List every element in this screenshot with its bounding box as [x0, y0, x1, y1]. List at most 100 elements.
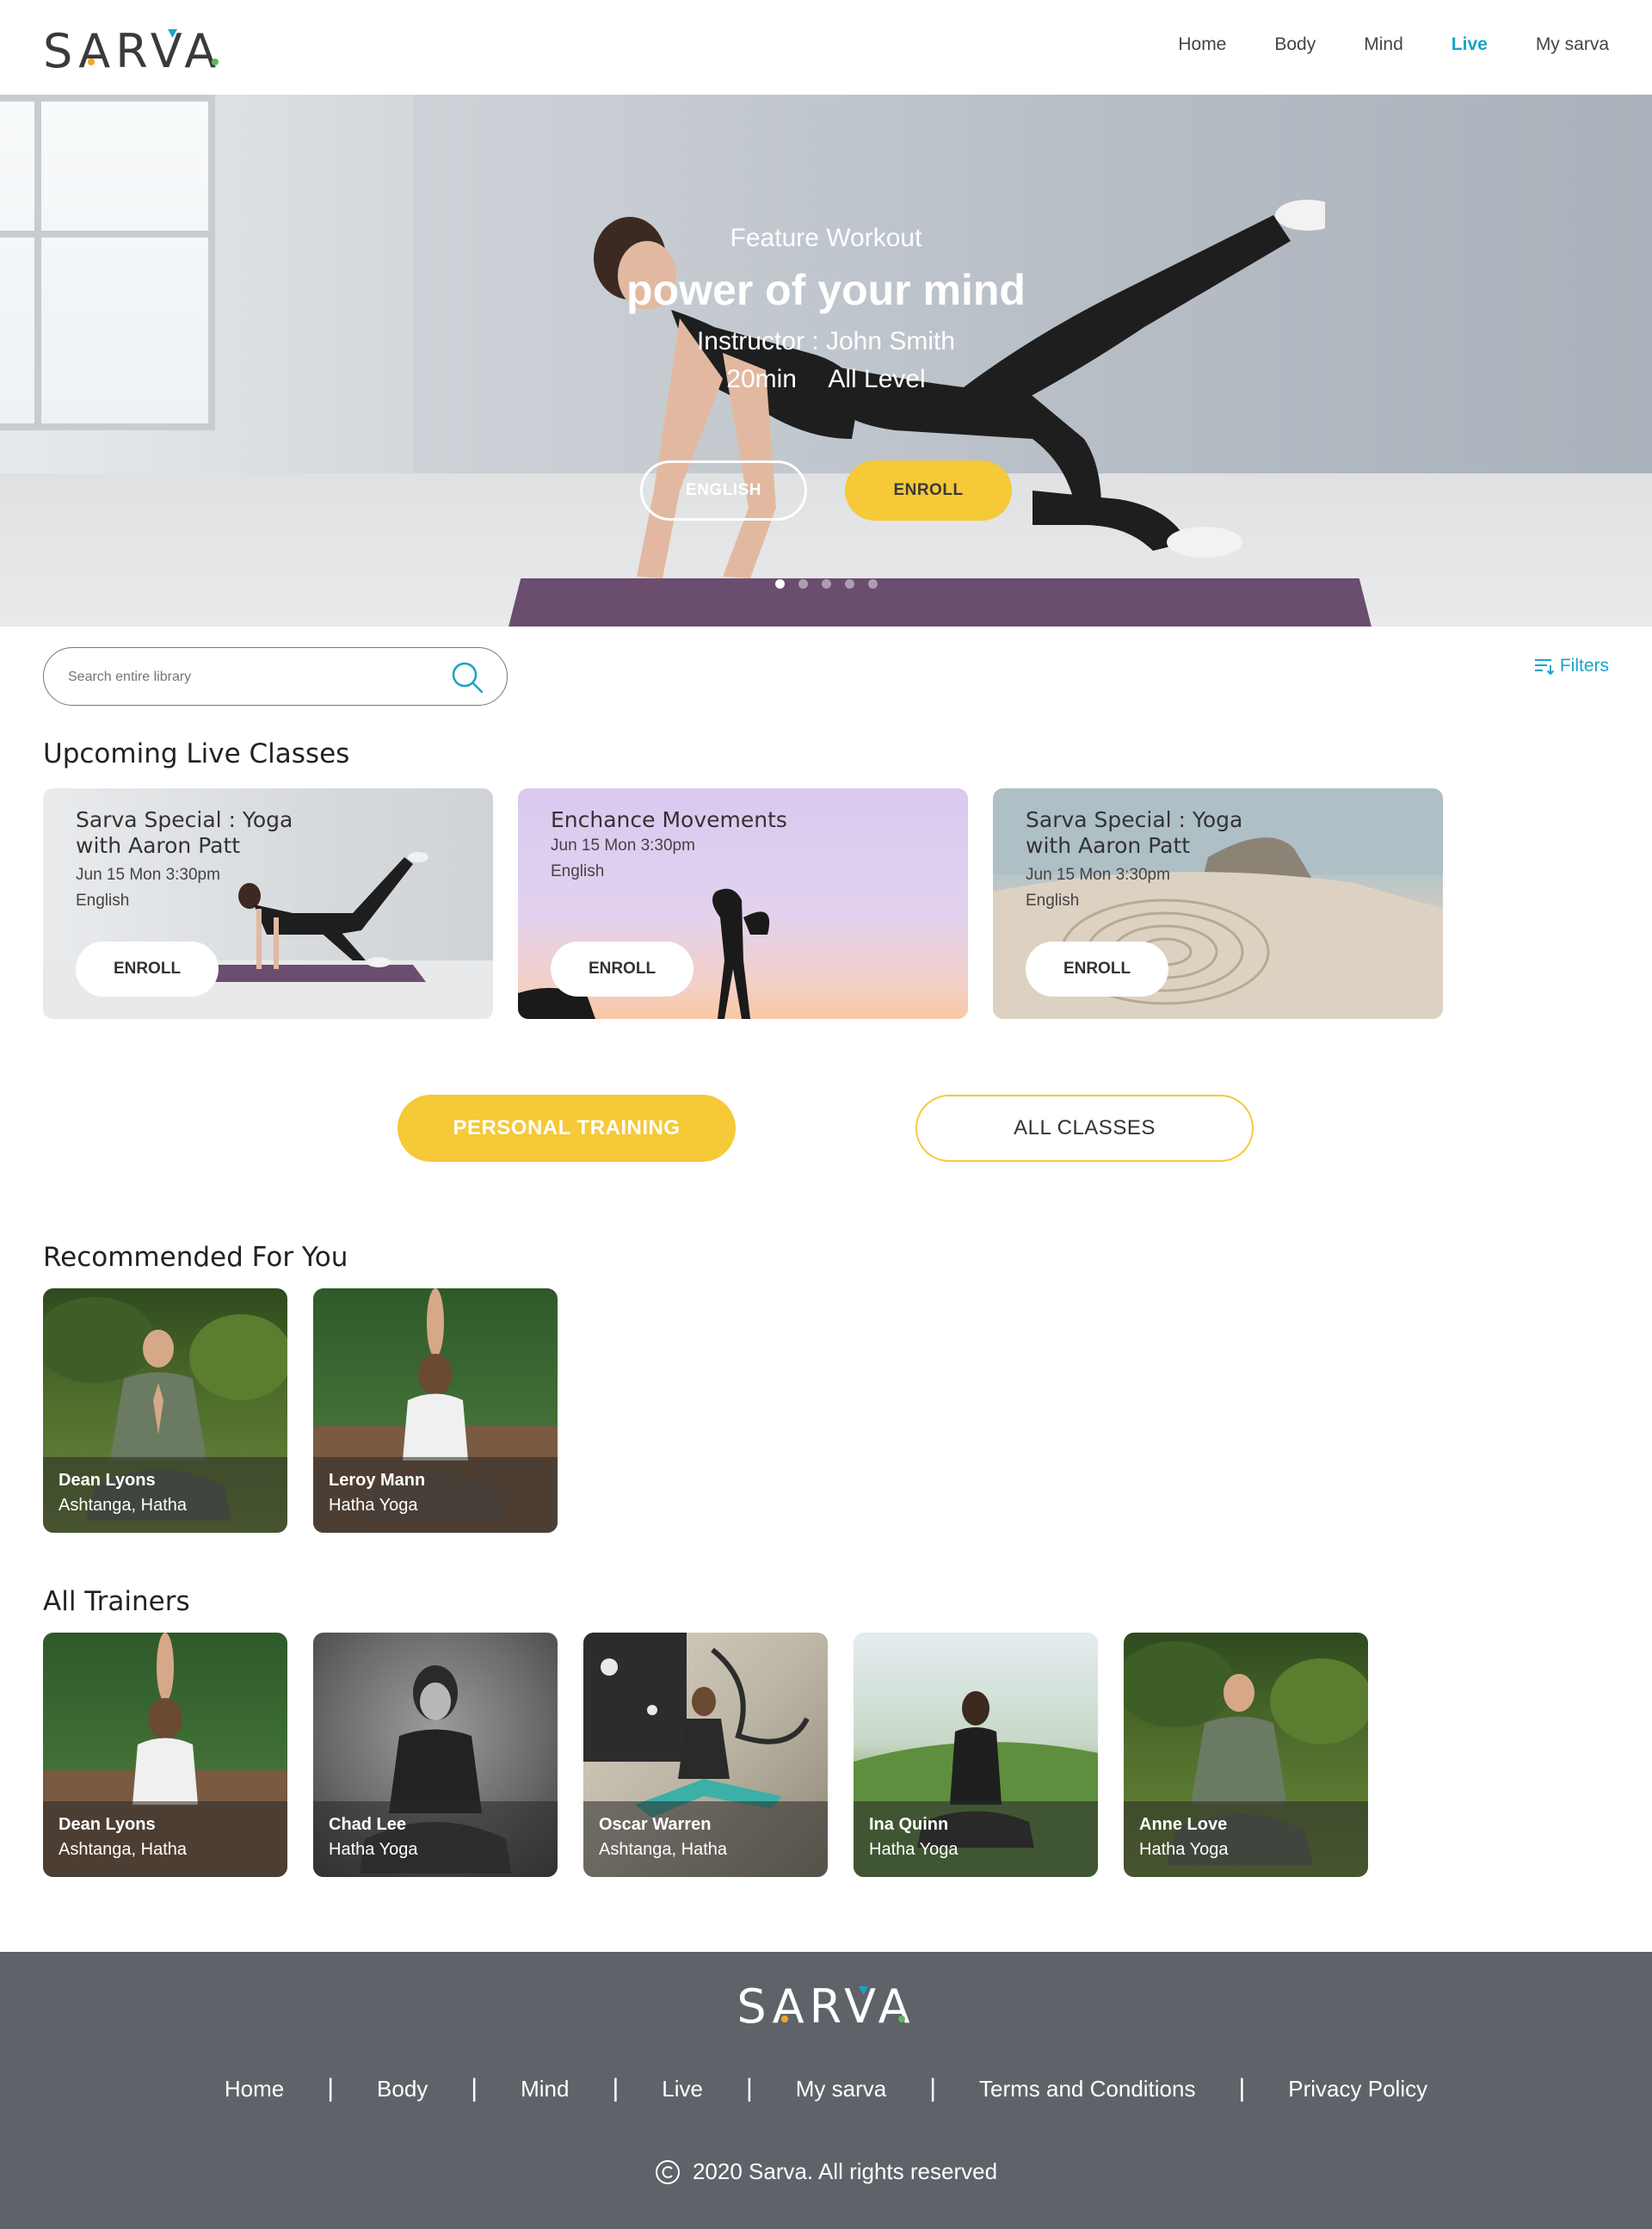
nav-live[interactable]: Live — [1452, 34, 1488, 55]
footer-link-mind[interactable]: Mind — [521, 2076, 569, 2102]
trainer-tile-5-style: Hatha Yoga — [1139, 1840, 1229, 1859]
carousel-dot-4[interactable] — [844, 579, 854, 589]
hero-level: All Level — [828, 365, 926, 393]
carousel-dot-2[interactable] — [798, 579, 808, 589]
live-card-2-enroll-button[interactable]: ENROLL — [551, 942, 693, 997]
hero-actions: ENGLISH ENROLL — [0, 460, 1652, 521]
nav-mind[interactable]: Mind — [1364, 34, 1403, 55]
footer-links: Home | Body | Mind | Live | My sarva | T… — [0, 2074, 1652, 2103]
filters-label: Filters — [1559, 656, 1609, 676]
live-card-2-date: Jun 15 Mon 3:30pm — [551, 837, 695, 855]
hero-content: Feature Workout power of your mind Instr… — [0, 224, 1652, 394]
hero-title: power of your mind — [626, 266, 1026, 314]
trainer-tile-4-name: Ina Quinn — [869, 1815, 949, 1834]
live-card-1-title-line1: Sarva Special : Yoga — [76, 807, 293, 832]
recommended-tile-2-caption: Leroy Mann Hatha Yoga — [313, 1457, 558, 1533]
trainer-tile-1-style: Ashtanga, Hatha — [59, 1840, 187, 1859]
live-card-3-title-line2: with Aaron Patt — [1026, 833, 1191, 858]
live-card-1-title-line2: with Aaron Patt — [76, 833, 241, 858]
trainer-tile-2[interactable]: Chad Lee Hatha Yoga — [313, 1633, 558, 1877]
recommended-tile-1-style: Ashtanga, Hatha — [59, 1496, 187, 1515]
copyright-icon — [655, 2159, 680, 2184]
recommended-tile-2-name: Leroy Mann — [329, 1471, 426, 1490]
hero-meta: 20min All Level — [0, 365, 1652, 394]
hero-kicker: Feature Workout — [730, 224, 922, 252]
live-card-3-title-line1: Sarva Special : Yoga — [1026, 807, 1243, 832]
carousel-dot-1[interactable] — [774, 579, 785, 589]
trainer-tile-5-name: Anne Love — [1139, 1815, 1228, 1834]
footer-link-my-sarva[interactable]: My sarva — [796, 2076, 886, 2102]
recommended-tile-2-style: Hatha Yoga — [329, 1496, 418, 1515]
footer-separator: | — [471, 2074, 478, 2102]
search-icon[interactable] — [450, 660, 484, 695]
trainer-tile-1-caption: Dean Lyons Ashtanga, Hatha — [43, 1801, 287, 1877]
trainer-tile-3-name: Oscar Warren — [599, 1815, 712, 1834]
live-section-title: Upcoming Live Classes — [43, 738, 350, 769]
live-card-1-content: Sarva Special : Yoga with Aaron Patt Jun… — [76, 807, 293, 911]
recommended-tile-1[interactable]: Dean Lyons Ashtanga, Hatha — [43, 1288, 287, 1533]
live-card-3-content: Sarva Special : Yoga with Aaron Patt Jun… — [1026, 807, 1242, 911]
footer-separator: | — [1238, 2074, 1246, 2102]
recommended-section-title: Recommended For You — [43, 1242, 348, 1273]
logo-accent-dots — [88, 29, 219, 65]
site-footer: SARVA Home | Body | Mind | Live | My sar… — [0, 1952, 1652, 2229]
live-card-1[interactable]: Sarva Special : Yoga with Aaron Patt Jun… — [43, 788, 493, 1019]
live-card-2-title-line1: Enchance Movements — [551, 807, 787, 832]
hero-english-button[interactable]: ENGLISH — [640, 460, 807, 521]
trainer-tile-1-name: Dean Lyons — [59, 1815, 156, 1834]
footer-link-privacy[interactable]: Privacy Policy — [1288, 2076, 1427, 2102]
footer-link-home[interactable]: Home — [225, 2076, 284, 2102]
copyright-text: 2020 Sarva. All rights reserved — [692, 2158, 998, 2184]
trainer-tile-4-caption: Ina Quinn Hatha Yoga — [854, 1801, 1098, 1877]
trainer-tile-3-caption: Oscar Warren Ashtanga, Hatha — [583, 1801, 828, 1877]
footer-separator: | — [612, 2074, 620, 2102]
footer-separator: | — [327, 2074, 335, 2102]
live-card-3-language: English — [1026, 892, 1080, 910]
footer-link-live[interactable]: Live — [662, 2076, 703, 2102]
footer-separator: | — [929, 2074, 937, 2102]
copyright: 2020 Sarva. All rights reserved — [0, 2158, 1652, 2185]
trainer-tile-3-style: Ashtanga, Hatha — [599, 1840, 727, 1859]
trainer-tile-2-name: Chad Lee — [329, 1815, 407, 1834]
live-card-1-date: Jun 15 Mon 3:30pm — [76, 866, 220, 884]
personal-training-button[interactable]: PERSONAL TRAINING — [398, 1095, 736, 1162]
nav-home[interactable]: Home — [1178, 34, 1226, 55]
live-card-2[interactable]: Enchance Movements Jun 15 Mon 3:30pm Eng… — [518, 788, 968, 1019]
site-header: SARVA Home Body Mind Live My sarva — [0, 0, 1652, 95]
all-classes-button[interactable]: ALL CLASSES — [915, 1095, 1254, 1162]
carousel-dot-3[interactable] — [821, 579, 831, 589]
trainer-tile-5-caption: Anne Love Hatha Yoga — [1124, 1801, 1368, 1877]
carousel-dot-5[interactable] — [867, 579, 878, 589]
filter-icon — [1534, 659, 1555, 675]
trainer-tile-1[interactable]: Dean Lyons Ashtanga, Hatha — [43, 1633, 287, 1877]
footer-logo-accent-dots — [781, 1986, 905, 2022]
search-input[interactable] — [68, 665, 429, 689]
footer-link-terms[interactable]: Terms and Conditions — [979, 2076, 1195, 2102]
live-card-3-date: Jun 15 Mon 3:30pm — [1026, 866, 1170, 884]
nav-my-sarva[interactable]: My sarva — [1536, 34, 1609, 55]
live-card-3[interactable]: Sarva Special : Yoga with Aaron Patt Jun… — [993, 788, 1443, 1019]
trainer-tile-3[interactable]: Oscar Warren Ashtanga, Hatha — [583, 1633, 828, 1877]
search-bar — [43, 647, 508, 706]
nav-body[interactable]: Body — [1274, 34, 1316, 55]
trainer-tile-4[interactable]: Ina Quinn Hatha Yoga — [854, 1633, 1098, 1877]
recommended-tile-2[interactable]: Leroy Mann Hatha Yoga — [313, 1288, 558, 1533]
live-card-1-enroll-button[interactable]: ENROLL — [76, 942, 219, 997]
trainer-tile-4-style: Hatha Yoga — [869, 1840, 959, 1859]
footer-link-body[interactable]: Body — [377, 2076, 428, 2102]
live-card-1-language: English — [76, 892, 130, 910]
trainer-tile-2-caption: Chad Lee Hatha Yoga — [313, 1801, 558, 1877]
footer-separator: | — [745, 2074, 753, 2102]
hero-enroll-button[interactable]: ENROLL — [845, 460, 1012, 521]
hero-banner: Feature Workout power of your mind Instr… — [0, 95, 1652, 627]
recommended-tile-1-name: Dean Lyons — [59, 1471, 156, 1490]
live-card-2-content: Enchance Movements Jun 15 Mon 3:30pm Eng… — [551, 807, 787, 881]
carousel-dots — [0, 579, 1652, 589]
recommended-tile-1-caption: Dean Lyons Ashtanga, Hatha — [43, 1457, 287, 1533]
filters-button[interactable]: Filters — [1534, 656, 1609, 676]
trainer-tile-5[interactable]: Anne Love Hatha Yoga — [1124, 1633, 1368, 1877]
hero-instructor: Instructor : John Smith — [696, 327, 956, 355]
live-card-2-language: English — [551, 862, 605, 880]
hero-duration: 20min — [726, 365, 797, 393]
live-card-3-enroll-button[interactable]: ENROLL — [1026, 942, 1168, 997]
